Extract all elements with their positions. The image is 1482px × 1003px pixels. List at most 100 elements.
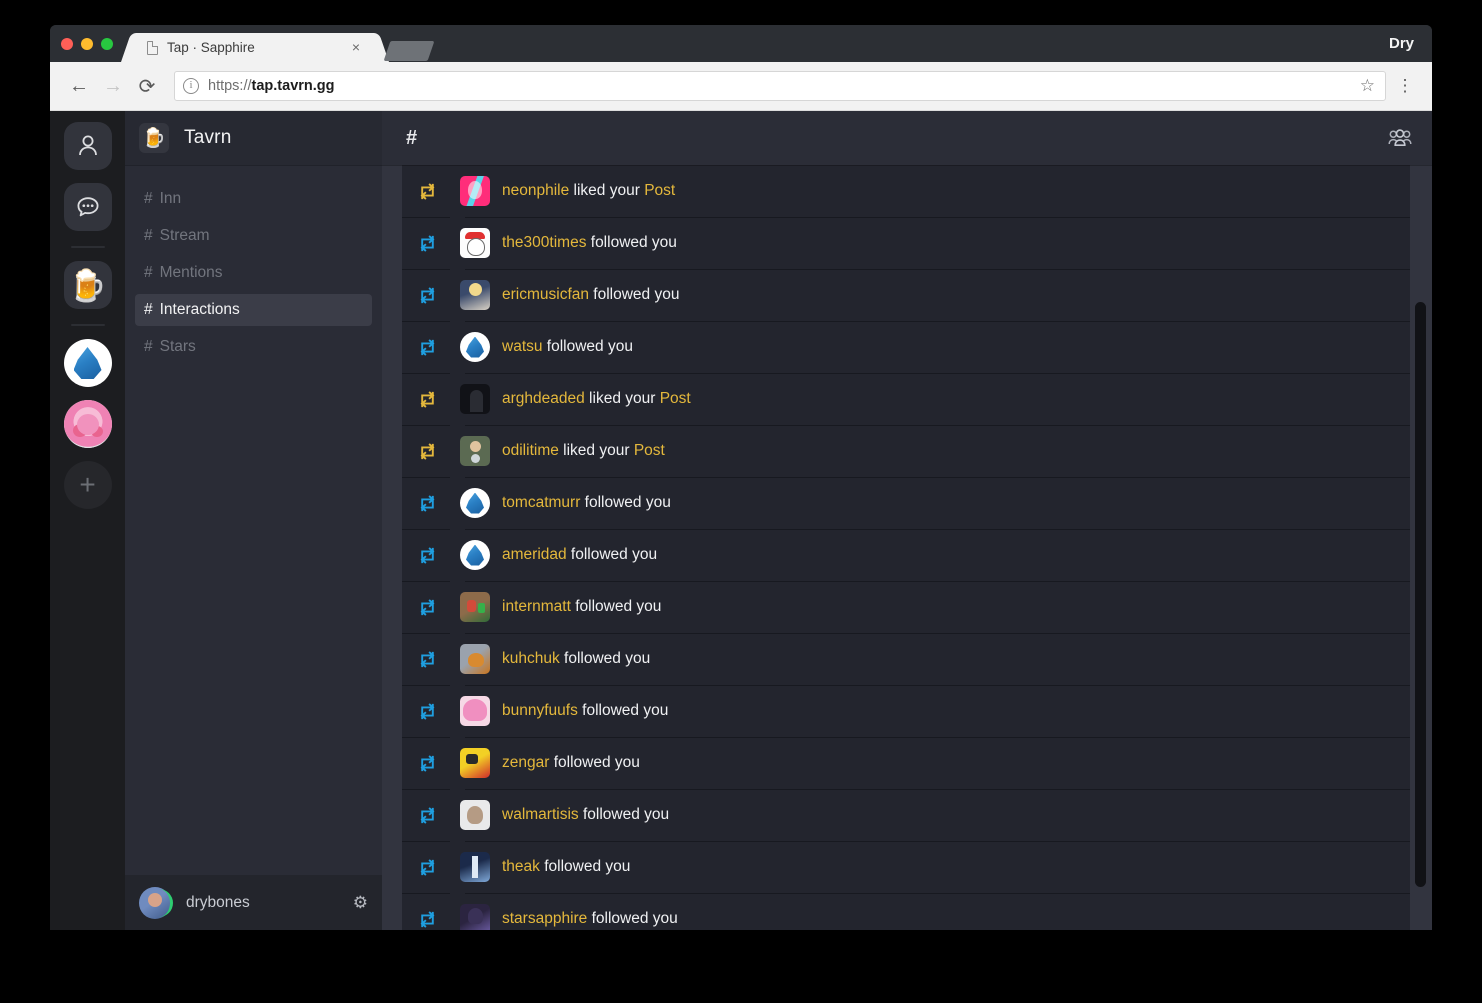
sidebar-item-mentions[interactable]: # Mentions (135, 257, 372, 289)
notification-text: kuhchuk followed you (502, 650, 651, 667)
avatar[interactable] (460, 436, 490, 466)
notification-row[interactable]: theak followed you (402, 841, 1432, 893)
notification-row[interactable]: neonphile liked your Post (402, 165, 1432, 217)
sidebar-item-interactions[interactable]: # Interactions (135, 294, 372, 326)
close-window-button[interactable] (61, 38, 73, 50)
sidebar-item-server-tavrn[interactable]: 🍺 (63, 261, 112, 309)
notification-text: tomcatmurr followed you (502, 494, 671, 511)
retweet-icon (417, 650, 445, 668)
sidebar-item-server-kirby[interactable] (63, 400, 112, 448)
notification-username[interactable]: ericmusicfan (502, 286, 589, 303)
notification-username[interactable]: watsu (502, 338, 543, 355)
rail-divider (70, 324, 105, 326)
notification-row[interactable]: watsu followed you (402, 321, 1432, 373)
notification-row[interactable]: walmartisis followed you (402, 789, 1432, 841)
notification-row[interactable]: odilitime liked your Post (402, 425, 1432, 477)
sidebar-item-direct-messages[interactable] (63, 183, 112, 231)
notification-username[interactable]: the300times (502, 234, 586, 251)
notification-username[interactable]: tomcatmurr (502, 494, 580, 511)
retweet-icon (417, 806, 445, 824)
hash-icon: # (144, 264, 153, 281)
maximize-window-button[interactable] (101, 38, 113, 50)
notification-row[interactable]: arghdeaded liked your Post (402, 373, 1432, 425)
avatar[interactable] (460, 488, 490, 518)
notification-object-link[interactable]: Post (660, 390, 691, 407)
close-icon[interactable]: × (348, 39, 364, 56)
notification-object-link[interactable]: Post (634, 442, 665, 459)
back-icon[interactable]: ← (64, 71, 94, 101)
drop-icon (466, 544, 484, 566)
avatar[interactable] (139, 886, 173, 919)
sidebar-item-server-sapphire[interactable] (63, 339, 112, 387)
user-panel: drybones ⚙ (125, 875, 382, 930)
browser-tab-active[interactable]: Tap · Sapphire × (135, 33, 375, 62)
notification-text: bunnyfuufs followed you (502, 702, 669, 719)
feed-scrollbar[interactable] (1410, 165, 1432, 930)
avatar[interactable] (460, 384, 490, 414)
notification-username[interactable]: neonphile (502, 182, 569, 199)
retweet-icon (417, 286, 445, 304)
notification-username[interactable]: walmartisis (502, 806, 579, 823)
sidebar-item-inn[interactable]: # Inn (135, 183, 372, 215)
avatar[interactable] (460, 904, 490, 930)
notification-text: odilitime liked your Post (502, 442, 665, 459)
reload-icon[interactable]: ⟳ (132, 71, 162, 101)
avatar[interactable] (460, 800, 490, 830)
notification-object-link[interactable]: Post (644, 182, 675, 199)
retweet-icon (417, 858, 445, 876)
notification-row[interactable]: the300times followed you (402, 217, 1432, 269)
notification-row[interactable]: starsapphire followed you (402, 893, 1432, 930)
members-icon[interactable] (1388, 129, 1412, 147)
notification-row[interactable]: tomcatmurr followed you (402, 477, 1432, 529)
notification-row[interactable]: ericmusicfan followed you (402, 269, 1432, 321)
sidebar-item-stars[interactable]: # Stars (135, 331, 372, 363)
document-icon (147, 40, 158, 55)
avatar[interactable] (460, 748, 490, 778)
browser-tab-inactive[interactable] (383, 41, 435, 61)
avatar[interactable] (460, 228, 490, 258)
avatar[interactable] (460, 280, 490, 310)
notification-username[interactable]: odilitime (502, 442, 559, 459)
channel-header: # (382, 111, 1432, 165)
notification-row[interactable]: zengar followed you (402, 737, 1432, 789)
notification-username[interactable]: bunnyfuufs (502, 702, 578, 719)
tab-title: Tap · Sapphire (167, 40, 255, 55)
notification-row[interactable]: kuhchuk followed you (402, 633, 1432, 685)
avatar[interactable] (460, 176, 490, 206)
notification-username[interactable]: theak (502, 858, 540, 875)
browser-profile-label[interactable]: Dry (1389, 35, 1414, 52)
notification-username[interactable]: ameridad (502, 546, 567, 563)
channel-label: Mentions (159, 264, 223, 281)
sidebar-item-stream[interactable]: # Stream (135, 220, 372, 252)
feed-scrollbar-thumb[interactable] (1415, 302, 1426, 887)
notification-username[interactable]: starsapphire (502, 910, 587, 927)
address-input[interactable]: i https://tap.tavrn.gg ☆ (174, 71, 1386, 101)
notification-username[interactable]: arghdeaded (502, 390, 585, 407)
sidebar-item-friends[interactable] (63, 122, 112, 170)
notification-username[interactable]: zengar (502, 754, 549, 771)
notification-username[interactable]: kuhchuk (502, 650, 560, 667)
avatar[interactable] (460, 540, 490, 570)
notification-row[interactable]: internmatt followed you (402, 581, 1432, 633)
url-prefix: https:// (208, 78, 252, 94)
avatar[interactable] (460, 332, 490, 362)
add-server-button[interactable]: + (63, 461, 112, 509)
hash-icon: # (144, 227, 153, 244)
kebab-menu-icon[interactable]: ⋮ (1392, 77, 1418, 94)
drop-icon (466, 492, 484, 514)
notification-row[interactable]: ameridad followed you (402, 529, 1432, 581)
browser-window: Tap · Sapphire × Dry ← → ⟳ i https://tap… (50, 25, 1432, 930)
minimize-window-button[interactable] (81, 38, 93, 50)
forward-icon[interactable]: → (98, 71, 128, 101)
avatar[interactable] (460, 696, 490, 726)
site-info-icon[interactable]: i (183, 78, 199, 94)
guild-header[interactable]: 🍺 Tavrn (125, 111, 382, 165)
bookmark-star-icon[interactable]: ☆ (1360, 76, 1375, 96)
avatar[interactable] (460, 644, 490, 674)
notification-username[interactable]: internmatt (502, 598, 571, 615)
avatar[interactable] (460, 852, 490, 882)
notification-row[interactable]: bunnyfuufs followed you (402, 685, 1432, 737)
avatar[interactable] (460, 592, 490, 622)
gear-icon[interactable]: ⚙ (353, 893, 368, 913)
notification-text: walmartisis followed you (502, 806, 670, 823)
